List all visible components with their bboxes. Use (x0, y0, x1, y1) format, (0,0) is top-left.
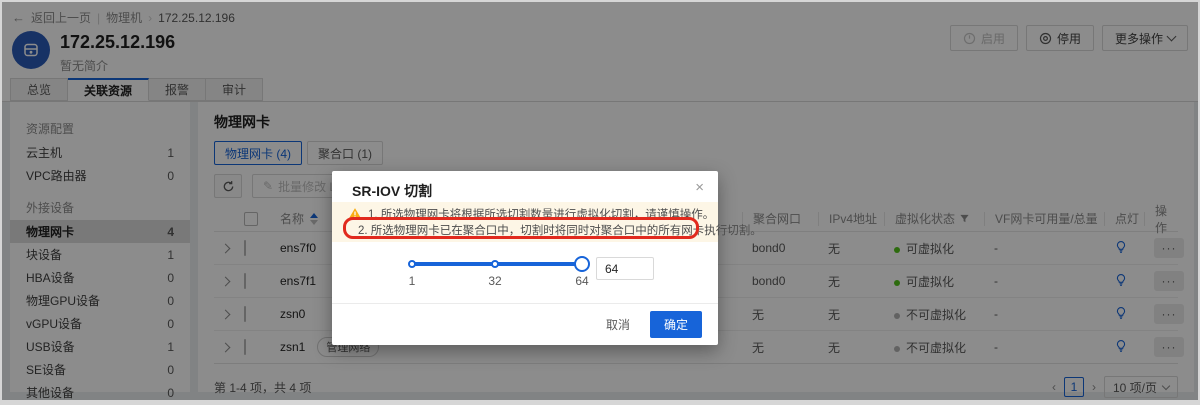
confirm-button[interactable]: 确定 (650, 311, 702, 338)
sriov-slider[interactable]: 1 32 64 (410, 262, 582, 288)
slice-count-input[interactable] (596, 257, 654, 280)
annotation-highlight-box (343, 217, 699, 239)
slider-track[interactable] (410, 262, 582, 266)
dialog-title: SR-IOV 切割 (352, 181, 432, 201)
slider-min-dot (408, 260, 416, 268)
screenshot-frame: ← 返回上一页 | 物理机 › 172.25.12.196 172.25.12.… (0, 0, 1200, 405)
sriov-dialog: SR-IOV 切割 × 1. 所选物理网卡将根据所选切割数量进行虚拟化切割，请谨… (332, 171, 718, 345)
cancel-button[interactable]: 取消 (600, 312, 636, 337)
slider-mid-dot (491, 260, 499, 268)
slider-handle[interactable] (574, 256, 590, 272)
dialog-footer: 取消 确定 (332, 303, 718, 345)
app-window: ← 返回上一页 | 物理机 › 172.25.12.196 172.25.12.… (2, 2, 1198, 400)
slider-marks: 1 32 64 (410, 274, 582, 288)
close-icon[interactable]: × (695, 179, 704, 196)
